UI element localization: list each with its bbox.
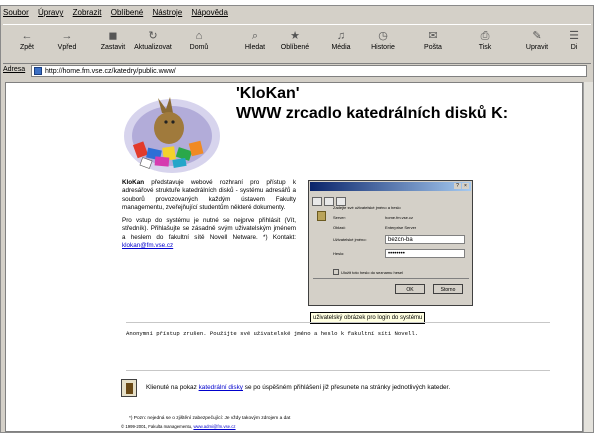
klokan-logo [124,97,220,173]
footnote: *) Pozn: nejedná se o zjištění zabezpeču… [129,416,291,421]
divider-bottom [126,370,550,371]
forward-button[interactable]: → Vpřed [47,27,87,61]
login-dialog-image: ? × Zadejte své uživatelské jméno a hesl… [308,180,473,306]
search-button[interactable]: ⌕ Hledat [235,27,275,61]
admin-email-link[interactable]: www.admi@fm.vse.cz [193,424,235,429]
address-bar: Adresa http://home.fm.vse.cz/katedry/pub… [3,64,591,80]
forward-arrow-icon: → [61,30,73,42]
discuss-icon: ☰ [569,30,579,42]
browser-frame: Soubor Úpravy Zobrazit Oblíbené Nástroje… [0,0,600,437]
divider-top [126,322,550,323]
cancel-button: Storno [433,284,463,294]
page-content: 'KloKan' WWW zrcadlo katedrálních disků … [5,82,583,432]
server-value: home.fm.vse.cz [385,215,414,220]
navigation-text: Klienuté na pokaz katedrální disky se po… [146,384,451,391]
door-icon[interactable] [121,379,137,397]
menu-oblibene[interactable]: Oblíbené [111,8,143,17]
home-icon: ⌂ [195,30,203,42]
back-button[interactable]: ← Zpět [7,27,47,61]
anonymous-notice: Anonymní přístup zrušen. Použijte své už… [126,322,550,337]
edit-button[interactable]: ✎ Upravit [517,27,557,61]
intro-lead: KloKan [122,179,145,186]
password-label: Heslo: [333,251,345,256]
home-button[interactable]: ⌂ Domů [179,27,219,61]
username-label: Uživatelské jméno: [333,237,367,242]
intro-text: KloKan představuje webové rozhraní pro p… [122,179,296,255]
print-button[interactable]: ⎙ Tisk [465,27,505,61]
username-field: bezcn-ba [385,235,465,244]
access-text: Pro vstup do systému je nutné se nejprve… [122,217,296,241]
menu-upravy[interactable]: Úpravy [38,8,63,17]
disks-link[interactable]: katedrální disky [199,384,243,391]
realm-label: Oblast: [333,225,346,230]
address-label: Adresa [3,66,26,73]
dialog-header: Zadejte své uživatelské jméno a heslo [333,205,401,210]
page-title: 'KloKan' [236,85,300,102]
favorites-icon: ★ [290,30,300,42]
page-subtitle: WWW zrcadlo katedrálních disků K: [236,105,509,122]
mail-icon: ✉ [428,30,438,42]
menu-napoveda[interactable]: Nápověda [191,8,227,17]
page-icon [34,67,42,75]
menu-bar: Soubor Úpravy Zobrazit Oblíbené Nástroje… [3,8,591,22]
discuss-button[interactable]: ☰ Di [559,27,589,61]
favorites-button[interactable]: ★ Oblíbené [275,27,315,61]
key-icon [317,211,326,221]
browser-window: Soubor Úpravy Zobrazit Oblíbené Nástroje… [0,5,594,433]
menu-zobrazit[interactable]: Zobrazit [73,8,102,17]
stop-icon: ◼ [108,30,118,42]
refresh-button[interactable]: ↻ Aktualizovat [133,27,173,61]
dialog-toolbar [312,193,352,206]
vertical-scrollbar[interactable] [583,82,593,432]
edit-icon: ✎ [532,30,542,42]
address-input[interactable]: http://home.fm.vse.cz/katedry/public.www… [31,65,587,77]
media-icon: ♫ [336,30,346,42]
password-field: •••••••• [385,249,465,258]
realm-value: Enterprise Server [385,225,417,230]
history-button[interactable]: ◷ Historie [363,27,403,61]
intro-body: představuje webové rozhraní pro přístup … [122,179,296,211]
stop-button[interactable]: ◼ Zastavit [93,27,133,61]
print-icon: ⎙ [480,30,490,42]
mail-button[interactable]: ✉ Pošta [413,27,453,61]
contact-link[interactable]: klokan@fm.vse.cz [122,242,173,249]
refresh-icon: ↻ [148,30,158,42]
menu-soubor[interactable]: Soubor [3,8,29,17]
dialog-divider [313,278,469,279]
back-arrow-icon: ← [21,30,33,42]
help-icon: ? [454,183,461,189]
copyright: © 1999-2001, Fakulta managementu, www.ad… [121,424,236,429]
close-icon: × [462,183,469,189]
toolbar: ← Zpět → Vpřed ◼ Zastavit ↻ Aktualizovat ⌂ Do… [3,24,591,64]
server-label: Server: [333,215,346,220]
dialog-titlebar: ? × [310,182,471,191]
ok-button: OK [395,284,425,294]
media-button[interactable]: ♫ Média [321,27,361,61]
address-url: http://home.fm.vse.cz/katedry/public.www… [45,68,176,75]
save-password-checkbox: Uložit toto heslo do seznamu hesel [333,269,403,275]
menu-nastroje[interactable]: Nástroje [152,8,182,17]
history-icon: ◷ [378,30,388,42]
search-icon: ⌕ [251,30,259,42]
